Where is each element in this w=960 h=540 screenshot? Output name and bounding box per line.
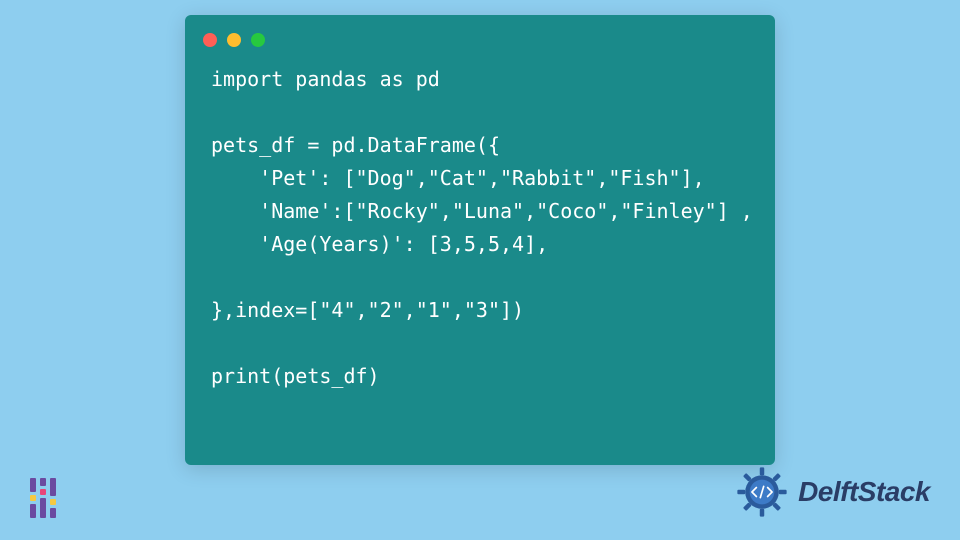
code-line: },index=["4","2","1","3"]) xyxy=(211,298,524,322)
code-window: import pandas as pd pets_df = pd.DataFra… xyxy=(185,15,775,465)
maximize-icon[interactable] xyxy=(251,33,265,47)
close-icon[interactable] xyxy=(203,33,217,47)
window-controls xyxy=(185,15,775,57)
code-line: import pandas as pd xyxy=(211,67,440,91)
brand-name: DelftStack xyxy=(798,476,930,508)
code-content: import pandas as pd pets_df = pd.DataFra… xyxy=(185,57,775,413)
code-line: 'Name':["Rocky","Luna","Coco","Finley"] … xyxy=(211,199,753,223)
code-line: print(pets_df) xyxy=(211,364,380,388)
minimize-icon[interactable] xyxy=(227,33,241,47)
code-line: pets_df = pd.DataFrame({ xyxy=(211,133,500,157)
gear-code-icon xyxy=(734,464,790,520)
logo-bars-icon xyxy=(30,478,56,518)
code-line: 'Pet': ["Dog","Cat","Rabbit","Fish"], xyxy=(211,166,705,190)
brand-logo: DelftStack xyxy=(734,464,930,520)
code-line: 'Age(Years)': [3,5,5,4], xyxy=(211,232,548,256)
